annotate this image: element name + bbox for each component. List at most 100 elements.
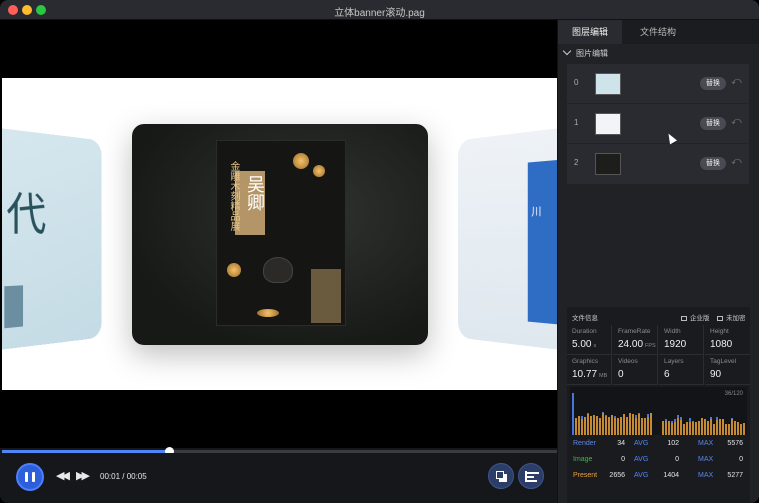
graph-bar <box>680 416 682 420</box>
window-title: 立体banner滚动.pag <box>334 8 425 19</box>
graph-bar <box>620 417 622 435</box>
poster-title: 吴卿 <box>244 175 265 211</box>
graph-bar <box>638 413 640 415</box>
graph-bar <box>692 422 694 435</box>
graph-bar <box>716 416 718 420</box>
exhibition-poster: 吴卿 金雕木刻精品展 <box>216 140 346 326</box>
graph-bar <box>635 415 637 418</box>
right-panel: 图层编辑 文件结构 图片编辑 0 替换 ⤺ 1 替换 ⤺ 2 替换 ⤺ 文件信息… <box>557 20 759 503</box>
tab-file-structure[interactable]: 文件结构 <box>622 20 694 44</box>
graph-bar <box>638 414 640 435</box>
graph-bar <box>635 417 637 435</box>
graph-bar <box>722 419 724 435</box>
stat-framerate: FrameRate 24.00 FPS <box>613 325 658 355</box>
layer-thumbnail <box>595 73 621 95</box>
replace-button[interactable]: 替换 <box>700 117 726 130</box>
replace-button[interactable]: 替换 <box>700 157 726 170</box>
stat-videos: Videos 0 <box>613 355 658 385</box>
graph-bar <box>689 421 691 435</box>
graph-bar <box>692 421 694 423</box>
list-item[interactable]: 2 替换 ⤺ <box>567 144 749 184</box>
flower-decoration <box>293 153 309 169</box>
rewind-icon[interactable]: ◀◀ <box>56 469 70 482</box>
graph-bar <box>719 418 721 435</box>
stat-width: Width 1920 <box>659 325 704 355</box>
graph-bar <box>614 417 616 435</box>
overlay-icon <box>496 471 504 479</box>
layer-overlay-button[interactable] <box>488 463 514 489</box>
graph-bar <box>674 418 676 423</box>
graph-bar <box>632 413 634 435</box>
graph-bar <box>617 417 619 435</box>
graph-bar <box>743 422 745 435</box>
graph-bar <box>677 414 679 419</box>
graph-bar <box>584 416 586 435</box>
poster-info-block <box>311 269 341 323</box>
graph-bar <box>581 415 583 419</box>
undo-icon[interactable]: ⤺ <box>731 116 742 127</box>
graph-bar <box>602 413 604 435</box>
graph-bar <box>602 412 604 414</box>
list-item[interactable]: 0 替换 ⤺ <box>567 64 749 104</box>
title-bar: 立体banner滚动.pag <box>0 0 759 20</box>
graph-bar <box>581 418 583 435</box>
preview-area[interactable]: 代 吴卿 金雕木刻精品展 川 <box>0 20 557 448</box>
perf-row-render: Render 34 AVG 102 MAX 5576 <box>573 440 743 447</box>
graph-bar <box>674 422 676 435</box>
right-card-text: 川 <box>531 205 542 219</box>
graph-bar <box>587 414 589 435</box>
fast-forward-icon[interactable]: ▶▶ <box>76 469 90 482</box>
replace-button[interactable]: 替换 <box>700 77 726 90</box>
timeline-icon <box>525 471 527 482</box>
file-info-title: 文件信息 <box>572 315 598 322</box>
playback-controls: ◀◀ ▶▶ 00:01 / 00:05 <box>0 453 557 503</box>
playback-time: 00:01 / 00:05 <box>100 472 147 481</box>
graph-bar <box>644 418 646 435</box>
performance-graph: 36/120 <box>570 387 747 435</box>
pause-icon <box>25 472 28 482</box>
graph-bar <box>677 418 679 435</box>
timeline-button[interactable] <box>518 463 544 489</box>
image-edit-section-header[interactable]: 图片编辑 <box>562 46 608 59</box>
graph-bar <box>665 419 667 422</box>
layer-index: 2 <box>574 158 579 167</box>
left-card-glyph: 代 <box>6 187 47 242</box>
pause-icon <box>32 472 35 482</box>
perf-row-present: Present 2656 AVG 1404 MAX 5277 <box>573 472 743 479</box>
stat-layers: Layers 6 <box>659 355 704 385</box>
graph-bar <box>623 414 625 435</box>
pause-button[interactable] <box>16 463 44 491</box>
graph-bar <box>701 418 703 435</box>
undo-icon[interactable]: ⤺ <box>731 76 742 87</box>
flower-decoration <box>227 263 241 277</box>
graph-bar <box>725 423 727 435</box>
frame-counter: 36/120 <box>724 391 743 397</box>
graph-bar <box>713 423 715 435</box>
graph-bar <box>647 416 649 435</box>
flower-decoration <box>257 309 279 317</box>
undo-icon[interactable]: ⤺ <box>731 156 742 167</box>
graph-bar <box>698 421 700 435</box>
graph-bar <box>728 423 730 435</box>
graph-bar <box>599 417 601 435</box>
graph-bar <box>665 421 667 435</box>
graph-bar <box>668 421 670 435</box>
graph-bar <box>611 414 613 435</box>
briefcase-icon <box>681 316 687 321</box>
stat-taglevel: TagLevel 90 <box>705 355 750 385</box>
image-layer-list: 0 替换 ⤺ 1 替换 ⤺ 2 替换 ⤺ <box>567 64 749 184</box>
list-item[interactable]: 1 替换 ⤺ <box>567 104 749 144</box>
graph-bar <box>641 417 643 435</box>
graph-bar <box>662 421 664 435</box>
graph-bar <box>596 415 598 435</box>
graph-bar <box>734 421 736 435</box>
encryption-button[interactable]: 未加密 <box>717 312 746 322</box>
graph-bar <box>707 421 709 435</box>
file-info-panel: 文件信息 企业版 未加密 Duration 5.00 s FrameRate 24.0… <box>567 307 750 503</box>
layer-thumbnail <box>595 153 621 175</box>
graph-bar <box>686 421 688 435</box>
graph-bar <box>572 393 574 435</box>
tab-layer-edit[interactable]: 图层编辑 <box>558 20 622 44</box>
enterprise-button[interactable]: 企业版 <box>681 312 710 322</box>
graph-bar <box>614 415 616 418</box>
